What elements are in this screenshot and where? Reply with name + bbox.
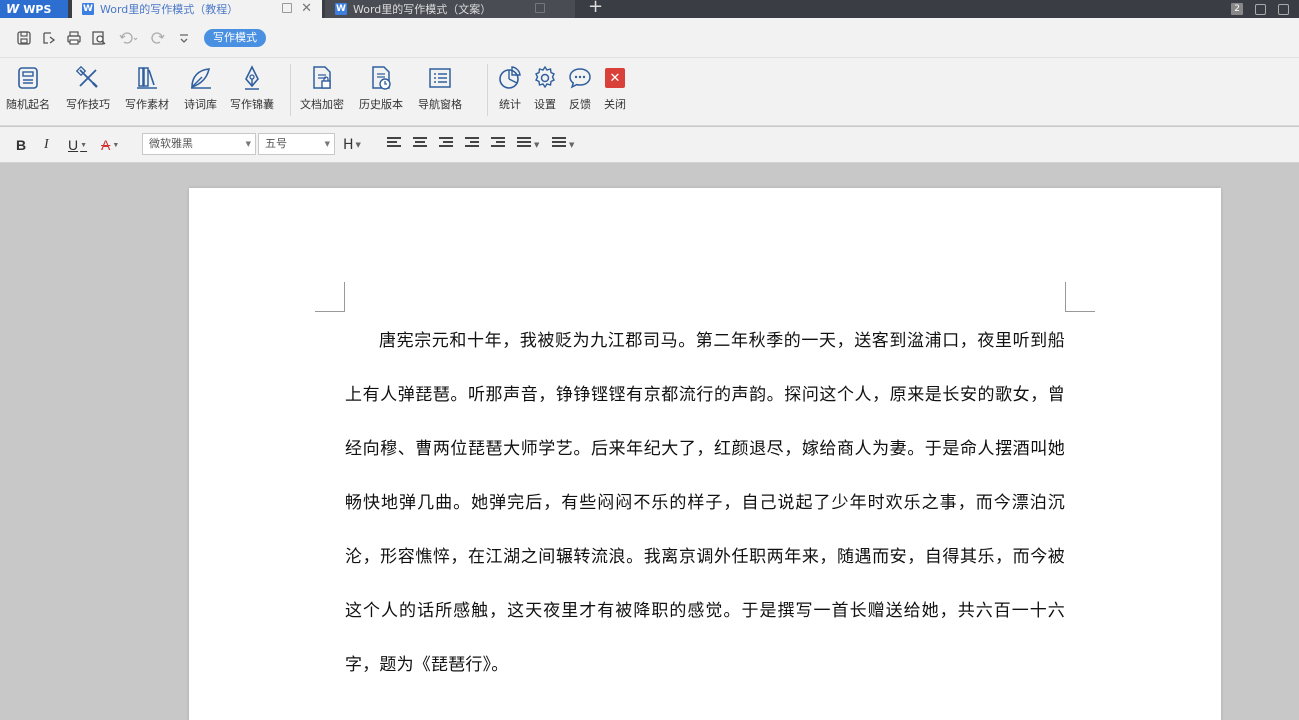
ribbon-label: 随机起名 <box>6 98 50 111</box>
new-tab-icon[interactable]: + <box>588 0 603 16</box>
document-page[interactable]: 唐宪宗元和十年，我被贬为九江郡司马。第二年秋季的一天，送客到湓浦口，夜里听到船上… <box>189 188 1221 720</box>
close-icon: ✕ <box>605 68 625 88</box>
chevron-down-icon[interactable]: ▼ <box>112 142 119 149</box>
document-area: 唐宪宗元和十年，我被贬为九江郡司马。第二年秋季的一天，送客到湓浦口，夜里听到船上… <box>0 164 1299 720</box>
word-document-icon: W <box>82 3 94 15</box>
document-paragraph[interactable]: 唐宪宗元和十年，我被贬为九江郡司马。第二年秋季的一天，送客到湓浦口，夜里听到船上… <box>345 314 1065 692</box>
font-color-button[interactable]: A ▼ <box>101 135 119 155</box>
output-icon[interactable] <box>41 30 57 46</box>
heading-label: H <box>343 137 354 153</box>
history-version-button[interactable]: 历史版本 <box>359 64 403 112</box>
writing-kit-icon <box>245 65 259 90</box>
align-right-icon[interactable] <box>439 137 455 151</box>
writing-material-icon <box>137 67 157 89</box>
save-icon[interactable] <box>16 30 32 46</box>
app-name: WPS <box>23 2 52 16</box>
history-version-icon <box>372 66 391 90</box>
wps-logo-icon: W <box>6 2 20 16</box>
restore-window-icon[interactable] <box>1278 3 1289 15</box>
ribbon-label: 反馈 <box>569 98 591 111</box>
word-document-icon: W <box>335 3 347 15</box>
navigation-pane-button[interactable]: 导航窗格 <box>418 64 462 112</box>
align-left-icon[interactable] <box>387 137 403 151</box>
pin-tab-icon[interactable] <box>282 3 292 13</box>
font-size-select[interactable]: 五号 ▼ <box>258 133 335 155</box>
random-name-button[interactable]: 随机起名 <box>6 64 50 112</box>
tab-document-tutorial[interactable]: W Word里的写作模式（教程） ✕ <box>72 0 322 18</box>
writing-kit-button[interactable]: 写作锦囊 <box>230 64 274 112</box>
format-toolbar: B I U ▼ A ▼ 微软雅黑 ▼ 五号 ▼ H ▼ ▼ ▼ <box>0 127 1299 163</box>
print-preview-icon[interactable] <box>91 30 107 46</box>
tab-label: Word里的写作模式（文案） <box>353 3 492 16</box>
ribbon-label: 关闭 <box>604 98 626 111</box>
wps-logo[interactable]: W WPS <box>0 0 68 18</box>
pin-tab-icon[interactable] <box>535 3 545 13</box>
poetry-library-button[interactable]: 诗词库 <box>184 64 217 112</box>
close-tab-icon[interactable]: ✕ <box>301 0 312 18</box>
numbered-list-icon[interactable] <box>552 137 568 151</box>
ribbon-label: 导航窗格 <box>418 98 462 111</box>
align-center-icon[interactable] <box>413 137 429 151</box>
font-color-label: A <box>101 137 111 153</box>
customize-toolbar-icon[interactable] <box>176 30 192 46</box>
chevron-down-icon[interactable]: ▼ <box>569 135 574 155</box>
print-icon[interactable] <box>66 30 82 46</box>
ribbon-label: 写作锦囊 <box>230 98 274 111</box>
font-size-value: 五号 <box>265 137 287 150</box>
chevron-down-icon[interactable]: ▼ <box>534 135 539 155</box>
tab-label: Word里的写作模式（教程） <box>100 3 239 16</box>
chevron-down-icon[interactable]: ▼ <box>325 134 330 154</box>
ribbon-label: 写作素材 <box>125 98 169 111</box>
ribbon-label: 文档加密 <box>300 98 344 111</box>
ribbon-separator <box>290 64 291 116</box>
random-name-icon <box>18 67 38 89</box>
document-encrypt-icon <box>313 66 331 89</box>
settings-button[interactable]: 设置 <box>531 64 559 112</box>
document-encrypt-button[interactable]: 文档加密 <box>300 64 344 112</box>
bold-button[interactable]: B <box>16 135 26 155</box>
chevron-down-icon[interactable]: ▼ <box>246 134 251 154</box>
heading-button[interactable]: H ▼ <box>343 135 361 155</box>
chevron-down-icon[interactable]: ▼ <box>80 142 87 149</box>
close-writing-mode-button[interactable]: ✕ 关闭 <box>601 64 629 112</box>
ribbon-label: 统计 <box>499 98 521 111</box>
writing-tips-icon <box>75 65 98 88</box>
underline-label: U <box>68 137 79 153</box>
ribbon-label: 设置 <box>534 98 556 111</box>
underline-button[interactable]: U ▼ <box>68 135 87 155</box>
writing-material-button[interactable]: 写作素材 <box>125 64 169 112</box>
statistics-button[interactable]: 统计 <box>496 64 524 112</box>
ribbon-label: 历史版本 <box>359 98 403 111</box>
font-name-value: 微软雅黑 <box>149 137 193 150</box>
bullet-list-icon[interactable] <box>517 137 533 151</box>
increase-indent-icon[interactable] <box>491 137 507 151</box>
writing-mode-ribbon: 随机起名 写作技巧 写作素材 诗词库 写作锦囊 文档加密 历史版本 导航窗格 统… <box>0 58 1299 126</box>
undo-icon[interactable] <box>118 30 138 46</box>
margin-corner-marker <box>1065 282 1095 312</box>
feedback-icon <box>569 68 591 89</box>
ribbon-separator <box>487 64 488 116</box>
margin-corner-marker <box>315 282 345 312</box>
writing-mode-badge[interactable]: 写作模式 <box>204 29 266 47</box>
poetry-library-icon <box>190 68 211 89</box>
ribbon-label: 诗词库 <box>184 98 217 111</box>
window-count-badge[interactable]: 2 <box>1231 3 1243 15</box>
ribbon-label: 写作技巧 <box>66 98 110 111</box>
feedback-button[interactable]: 反馈 <box>566 64 594 112</box>
chevron-down-icon[interactable]: ▼ <box>356 141 361 149</box>
skin-icon[interactable] <box>1255 3 1266 15</box>
redo-icon[interactable] <box>150 30 166 46</box>
italic-button[interactable]: I <box>44 135 49 155</box>
title-bar: W WPS W Word里的写作模式（教程） ✕ W Word里的写作模式（文案… <box>0 0 1299 18</box>
statistics-icon <box>499 66 521 89</box>
settings-icon <box>535 65 555 89</box>
font-name-select[interactable]: 微软雅黑 ▼ <box>142 133 256 155</box>
decrease-indent-icon[interactable] <box>465 137 481 151</box>
writing-tips-button[interactable]: 写作技巧 <box>66 64 110 112</box>
quick-access-toolbar: 写作模式 <box>0 18 1299 58</box>
navigation-pane-icon <box>429 68 451 88</box>
tab-document-copy[interactable]: W Word里的写作模式（文案） <box>325 0 575 18</box>
